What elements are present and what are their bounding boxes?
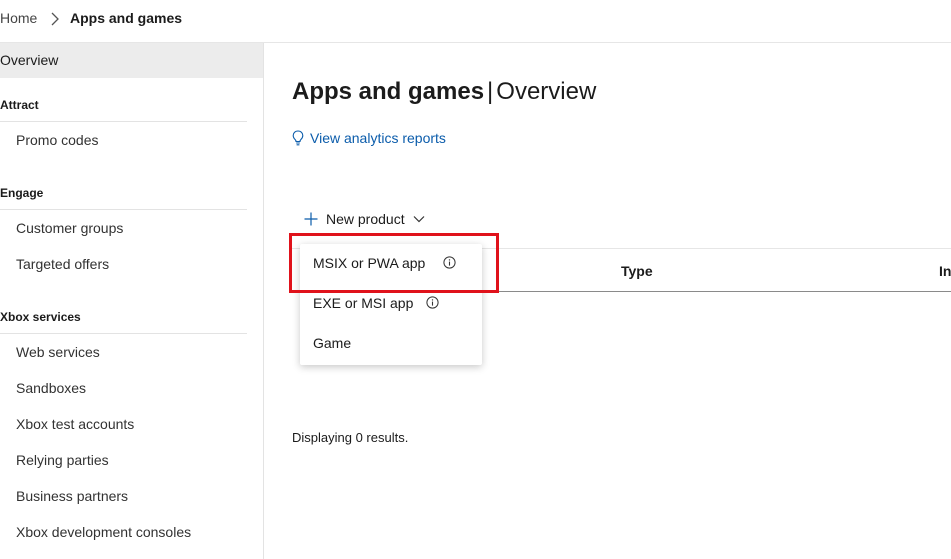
breadcrumb: Home Apps and games xyxy=(0,0,951,43)
menu-item-msix-pwa-app[interactable]: MSIX or PWA app xyxy=(300,244,482,284)
menu-item-game[interactable]: Game xyxy=(300,324,482,364)
breadcrumb-current: Apps and games xyxy=(70,10,183,26)
chevron-right-icon xyxy=(51,12,59,26)
menu-item-label: EXE or MSI app xyxy=(313,295,414,311)
sidebar-divider xyxy=(0,333,247,334)
lightbulb-icon xyxy=(292,130,304,146)
sidebar-item-overview[interactable]: Overview xyxy=(0,43,263,78)
page-title-sub: Overview xyxy=(496,78,597,105)
sidebar-item-relying-parties[interactable]: Relying parties xyxy=(16,452,109,468)
column-header-type[interactable]: Type xyxy=(621,263,653,279)
sidebar-item-customer-groups[interactable]: Customer groups xyxy=(16,220,123,236)
plus-icon xyxy=(304,212,318,226)
info-icon[interactable] xyxy=(426,296,439,309)
page-title-separator: | xyxy=(487,78,494,105)
sidebar: Overview Attract Promo codes Engage Cust… xyxy=(0,43,264,559)
sidebar-divider xyxy=(0,209,247,210)
info-icon[interactable] xyxy=(443,256,456,269)
view-analytics-label: View analytics reports xyxy=(310,130,446,146)
sidebar-item-label: Overview xyxy=(0,52,59,68)
breadcrumb-home-link[interactable]: Home xyxy=(0,10,37,26)
menu-item-label: Game xyxy=(313,335,352,351)
menu-item-exe-msi-app[interactable]: EXE or MSI app xyxy=(300,284,482,324)
chevron-down-icon xyxy=(413,216,425,223)
sidebar-item-xbox-development-consoles[interactable]: Xbox development consoles xyxy=(16,524,191,540)
sidebar-divider xyxy=(0,121,247,122)
sidebar-item-web-services[interactable]: Web services xyxy=(16,344,100,360)
page-title-main: Apps and games xyxy=(292,78,485,105)
sidebar-item-targeted-offers[interactable]: Targeted offers xyxy=(16,256,109,272)
new-product-label: New product xyxy=(326,211,405,227)
menu-item-label: MSIX or PWA app xyxy=(313,255,426,271)
results-count: Displaying 0 results. xyxy=(292,430,409,445)
column-header-in[interactable]: In xyxy=(939,263,951,279)
sidebar-section-engage: Engage xyxy=(0,186,44,200)
sidebar-section-xbox-services: Xbox services xyxy=(0,310,81,324)
new-product-menu: MSIX or PWA app EXE or MSI app Game xyxy=(300,244,482,365)
sidebar-item-sandboxes[interactable]: Sandboxes xyxy=(16,380,86,396)
page-title: Apps and games | Overview xyxy=(292,78,596,106)
new-product-button[interactable]: New product xyxy=(304,211,425,227)
view-analytics-link[interactable]: View analytics reports xyxy=(292,130,446,146)
sidebar-item-business-partners[interactable]: Business partners xyxy=(16,488,128,504)
sidebar-item-xbox-test-accounts[interactable]: Xbox test accounts xyxy=(16,416,134,432)
sidebar-item-promo-codes[interactable]: Promo codes xyxy=(16,132,98,148)
sidebar-section-attract: Attract xyxy=(0,98,39,112)
